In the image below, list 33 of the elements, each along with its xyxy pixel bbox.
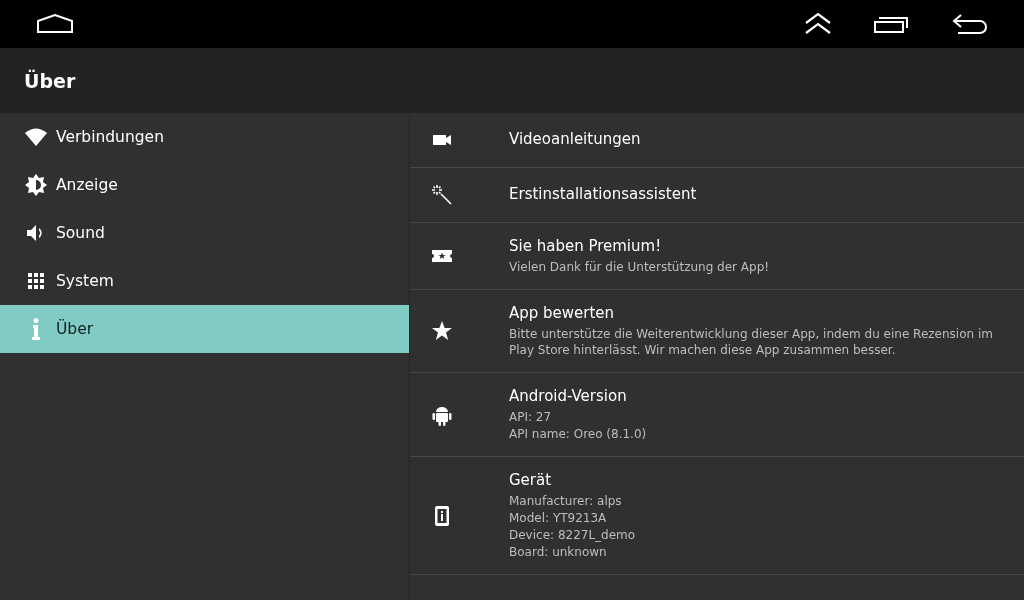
- settings-row[interactable]: Videoanleitungen: [410, 113, 1024, 168]
- sidebar-item[interactable]: Verbindungen: [0, 113, 409, 161]
- sidebar-item[interactable]: Anzeige: [0, 161, 409, 209]
- settings-row[interactable]: Erstinstallationsassistent: [410, 168, 1024, 223]
- setting-detail: API name: Oreo (8.1.0): [509, 426, 647, 442]
- back-button[interactable]: [952, 13, 988, 35]
- setting-detail: Model: YT9213A: [509, 510, 608, 526]
- setting-title: Gerät: [509, 471, 553, 489]
- setting-title: Android-Version: [509, 387, 628, 405]
- expand-up-button[interactable]: [804, 12, 832, 36]
- recent-apps-button[interactable]: [874, 14, 910, 34]
- setting-title: App bewerten: [509, 304, 616, 322]
- setting-detail: Manufacturer: alps: [509, 493, 623, 509]
- setting-title: Videoanleitungen: [509, 129, 641, 148]
- setting-detail: Device: 8227L_demo: [509, 527, 636, 543]
- setting-detail: Board: unknown: [509, 544, 608, 560]
- settings-row[interactable]: Gerät Manufacturer: alps Model: YT9213A Device: 8227L_demo Board: unknown: [410, 457, 1024, 575]
- home-button[interactable]: [36, 14, 74, 34]
- setting-detail: Bitte unterstütze die Weiterentwicklung dieser App, indem du eine Rezension im Play Store hinterlässt. Wir machen diese App zusammen besser.: [509, 326, 994, 358]
- brightness-icon: [24, 173, 48, 197]
- page-title: Über: [24, 69, 76, 92]
- magic-wand-icon: [430, 183, 454, 207]
- setting-title: Sie haben Premium!: [509, 237, 663, 255]
- setting-title: Erstinstallationsassistent: [509, 184, 697, 203]
- setting-detail: Vielen Dank für die Unterstützung der App!: [509, 259, 770, 275]
- sidebar-item[interactable]: Sound: [0, 209, 409, 257]
- sidebar-item[interactable]: System: [0, 257, 409, 305]
- sidebar-item[interactable]: Über: [0, 305, 409, 353]
- setting-detail: API: 27: [509, 409, 553, 425]
- settings-row[interactable]: App bewerten Bitte unterstütze die Weiterentwicklung dieser App, indem du eine Rezension im Play Store hinterlässt. Wir machen diese App zusammen besser.: [410, 290, 1024, 373]
- settings-row[interactable]: Android-Version API: 27 API name: Oreo (8.1.0): [410, 373, 1024, 457]
- settings-row[interactable]: Sie haben Premium! Vielen Dank für die Unterstützung der App!: [410, 223, 1024, 290]
- star-icon: [430, 319, 454, 343]
